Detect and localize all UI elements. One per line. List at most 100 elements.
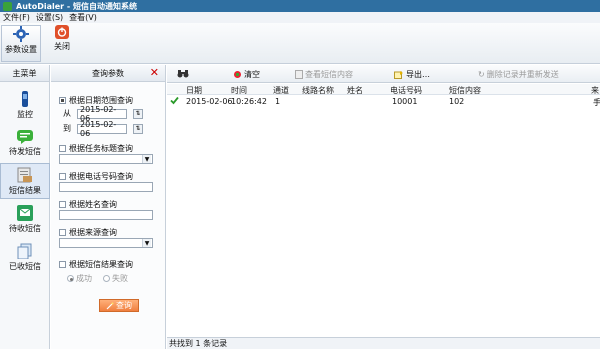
nav-label-inbox: 待收短信 — [9, 223, 41, 233]
window-title: AutoDialer - 短信自动通知系统 — [16, 1, 137, 11]
col-date[interactable]: 日期 — [186, 85, 202, 96]
table-header: 日期 时间 通道 线路名称 姓名 电话号码 短信内容 来 — [167, 84, 600, 95]
app-phone-icon — [3, 1, 12, 11]
document-icon — [295, 70, 303, 79]
export-icon — [394, 70, 404, 79]
results-area: 清空 查看短信内容 导出… ↻ 删除记录并重新发送 日期 时间 通道 线路名称 … — [167, 65, 600, 349]
col-content[interactable]: 短信内容 — [449, 85, 481, 96]
result-checkbox[interactable]: 根据短信结果查询 — [59, 259, 133, 270]
close-panel-icon[interactable]: ✕ — [150, 66, 159, 79]
result-label: 根据短信结果查询 — [69, 260, 133, 269]
delete-resend-button[interactable]: ↻ 删除记录并重新发送 — [478, 69, 559, 80]
to-date-row: 到 2015-02-06 ⇅ — [63, 120, 143, 138]
phone-label: 根据电话号码查询 — [69, 172, 133, 181]
to-date-input[interactable]: 2015-02-06 — [77, 120, 127, 138]
nav-item-sms-result[interactable]: 短信结果 — [0, 163, 50, 199]
success-check-icon — [170, 96, 179, 105]
query-panel-title: 查询参数 — [92, 68, 124, 78]
clear-icon — [233, 70, 242, 79]
cell-source: 手 — [593, 98, 600, 107]
title-bar: AutoDialer - 短信自动通知系统 — [0, 0, 600, 12]
from-date-row: 从 2015-02-06 ⇅ — [63, 105, 143, 123]
export-button[interactable]: 导出… — [394, 69, 430, 80]
cell-phone: 10001 — [392, 97, 418, 106]
nav-label-monitor: 监控 — [17, 109, 33, 119]
to-date-spinner-icon[interactable]: ⇅ — [133, 123, 143, 134]
gear-icon — [13, 26, 29, 42]
message-icon — [17, 129, 33, 144]
radio-circle[interactable] — [67, 275, 74, 282]
left-nav: 主菜单 监控 待发短信 短信结果 待收短信 已收短信 — [0, 65, 50, 349]
success-radio[interactable]: 成功 — [67, 273, 92, 284]
radio-circle[interactable] — [103, 275, 110, 282]
binoculars-icon — [177, 69, 189, 78]
menu-file[interactable]: 文件(F) — [3, 12, 30, 23]
col-time[interactable]: 时间 — [231, 85, 247, 96]
checkbox-box[interactable] — [59, 229, 66, 236]
query-button[interactable]: 查询 — [99, 299, 139, 312]
source-select[interactable]: ▼ — [59, 238, 153, 248]
menu-view[interactable]: 查看(V) — [69, 12, 97, 23]
task-label: 根据任务标题查询 — [69, 144, 133, 153]
inbox-icon — [17, 204, 33, 221]
close-button[interactable]: 关闭 — [42, 25, 82, 62]
menu-bar: 文件(F) 设置(S) 查看(V) — [0, 12, 600, 23]
col-phone[interactable]: 电话号码 — [390, 85, 422, 96]
col-source[interactable]: 来 — [591, 85, 599, 96]
fail-radio[interactable]: 失败 — [103, 273, 128, 284]
chevron-down-icon[interactable]: ▼ — [142, 155, 151, 163]
nav-label-sms-result: 短信结果 — [9, 185, 41, 195]
nav-label-received: 已收短信 — [9, 261, 41, 271]
record-count: 共找到 1 条记录 — [169, 339, 228, 348]
close-label: 关闭 — [54, 42, 70, 51]
clear-label: 清空 — [244, 70, 260, 79]
nav-item-monitor[interactable]: 监控 — [0, 87, 50, 123]
nav-item-received[interactable]: 已收短信 — [0, 239, 50, 275]
name-label: 根据姓名查询 — [69, 200, 117, 209]
export-label: 导出… — [406, 70, 430, 79]
query-button-label: 查询 — [116, 301, 132, 310]
binoculars-button[interactable] — [177, 69, 189, 78]
query-panel-header: 查询参数 ✕ — [51, 65, 165, 82]
nav-label-pending-sms: 待发短信 — [9, 146, 41, 156]
name-checkbox[interactable]: 根据姓名查询 — [59, 199, 117, 210]
magic-wand-icon — [106, 302, 114, 310]
settings-label: 参数设置 — [5, 45, 37, 54]
power-icon — [55, 25, 69, 39]
from-date-input[interactable]: 2015-02-06 — [77, 105, 127, 123]
col-channel[interactable]: 通道 — [273, 85, 289, 96]
nav-item-inbox[interactable]: 待收短信 — [0, 201, 50, 237]
task-select[interactable]: ▼ — [59, 154, 153, 164]
status-bar: 共找到 1 条记录 — [167, 337, 600, 349]
clear-button[interactable]: 清空 — [233, 69, 260, 80]
from-label: 从 — [63, 109, 71, 118]
phone-checkbox[interactable]: 根据电话号码查询 — [59, 171, 133, 182]
monitor-icon — [19, 90, 31, 107]
main-toolbar: 参数设置 关闭 — [0, 23, 600, 64]
checkbox-box[interactable] — [59, 261, 66, 268]
chevron-down-icon[interactable]: ▼ — [142, 239, 151, 247]
checkbox-box[interactable] — [59, 145, 66, 152]
cell-date: 2015-02-06 — [186, 97, 233, 106]
to-label: 到 — [63, 124, 71, 133]
source-checkbox[interactable]: 根据来源查询 — [59, 227, 117, 238]
phone-input[interactable] — [59, 182, 153, 192]
cell-content: 102 — [449, 97, 465, 106]
table-row[interactable]: 2015-02-06 10:26:42 1 10001 102 手 — [167, 96, 600, 107]
fail-label: 失败 — [112, 274, 128, 283]
checkbox-box[interactable] — [59, 201, 66, 208]
col-name[interactable]: 姓名 — [347, 85, 363, 96]
task-checkbox[interactable]: 根据任务标题查询 — [59, 143, 133, 154]
query-panel: 查询参数 ✕ 根据日期范围查询 从 2015-02-06 ⇅ 到 2015-02… — [51, 65, 166, 349]
nav-item-pending-sms[interactable]: 待发短信 — [0, 125, 50, 161]
from-date-spinner-icon[interactable]: ⇅ — [133, 108, 143, 119]
checkbox-box[interactable] — [59, 173, 66, 180]
col-line[interactable]: 线路名称 — [302, 85, 334, 96]
name-input[interactable] — [59, 210, 153, 220]
settings-button[interactable]: 参数设置 — [1, 25, 41, 62]
cell-channel: 1 — [275, 97, 281, 106]
source-label: 根据来源查询 — [69, 228, 117, 237]
view-sms-button[interactable]: 查看短信内容 — [295, 69, 353, 80]
checkbox-box[interactable] — [59, 97, 66, 104]
menu-settings[interactable]: 设置(S) — [36, 12, 63, 23]
